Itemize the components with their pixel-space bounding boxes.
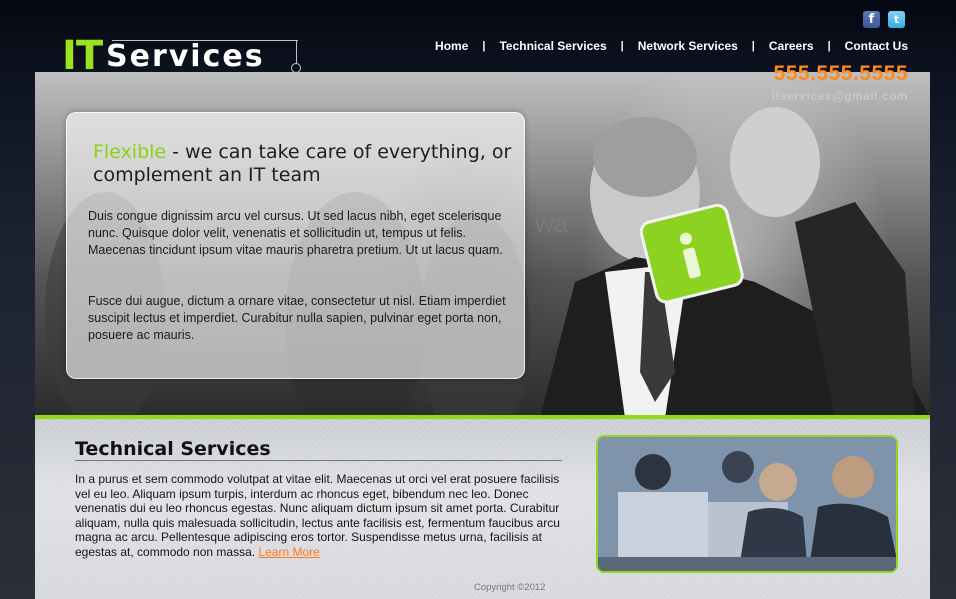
nav-item-technical-services[interactable]: Technical Services <box>499 39 606 53</box>
nav-separator: | <box>620 40 624 52</box>
site-logo[interactable]: IT Services <box>62 36 302 76</box>
hero-headline: Flexible - we can take care of everythin… <box>93 141 513 187</box>
nav-separator: | <box>482 40 486 52</box>
section-body: In a purus et sem commodo volutpat at vi… <box>75 472 565 559</box>
hero-headline-accent: Flexible <box>93 141 167 163</box>
main-nav: Home | Technical Services | Network Serv… <box>435 39 908 53</box>
twitter-icon[interactable]: t <box>888 11 905 28</box>
logo-it-text: IT <box>62 33 103 79</box>
learn-more-link[interactable]: Learn More <box>258 545 319 559</box>
hero-paragraph: Fusce dui augue, dictum a ornare vitae, … <box>88 294 506 342</box>
nav-item-careers[interactable]: Careers <box>769 39 814 53</box>
facebook-glyph: f <box>868 12 875 27</box>
hero-paragraph: Duis congue dignissim arcu vel cursus. U… <box>88 209 503 257</box>
social-links: f t <box>863 11 905 28</box>
contact-phone[interactable]: 555.555.5555 <box>774 62 908 86</box>
nav-separator: | <box>751 40 755 52</box>
twitter-glyph: t <box>893 13 900 26</box>
logo-services-text: Services <box>106 39 265 74</box>
svg-text:wa: wa <box>534 208 569 238</box>
call-center-photo <box>598 437 896 571</box>
logo-line-vertical <box>296 40 297 64</box>
hero-textbox: Flexible - we can take care of everythin… <box>66 112 525 379</box>
section-title: Technical Services <box>75 438 271 460</box>
nav-item-contact-us[interactable]: Contact Us <box>845 39 908 53</box>
nav-item-home[interactable]: Home <box>435 39 468 53</box>
copyright: Copyright ©2012 <box>474 582 546 593</box>
contact-email[interactable]: itservices@gmail.com <box>772 89 908 103</box>
call-center-image <box>596 435 898 573</box>
nav-separator: | <box>827 40 831 52</box>
facebook-icon[interactable]: f <box>863 11 880 28</box>
section-divider <box>75 460 562 461</box>
nav-item-network-services[interactable]: Network Services <box>638 39 738 53</box>
